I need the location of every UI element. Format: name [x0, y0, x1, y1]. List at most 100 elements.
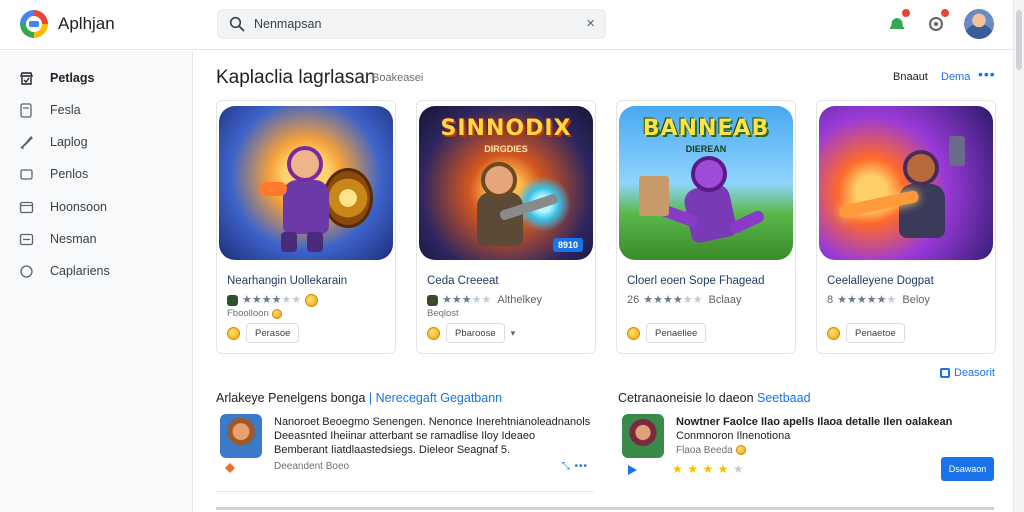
top-bar: Aplhjan Nenmapsan ×: [0, 0, 1024, 50]
reviews-section-title: Arlakeye Penelgens bonga | Nerecegaft Ge…: [216, 391, 502, 405]
search-icon: [229, 16, 245, 32]
tag-icon: [225, 463, 235, 473]
card-actions: Perasoe: [227, 323, 300, 343]
title-link[interactable]: | Nerecegaft Gegatbann: [369, 391, 502, 405]
coin-icon: [735, 445, 746, 456]
review-item[interactable]: Nanoroet Beoegmo Senengen. Nenonce Inere…: [216, 408, 594, 492]
game-card[interactable]: Ceelalleyene Dogpat 8 ★ ★ ★ ★ ★ ★ Beloy …: [816, 100, 996, 354]
play-icon[interactable]: [626, 464, 638, 476]
star-icon: ★: [643, 293, 654, 306]
star-icon: ★: [886, 293, 897, 306]
card-meta: Beqlost: [427, 308, 459, 319]
game-thumbnail[interactable]: [819, 106, 993, 260]
game-thumbnail[interactable]: [219, 106, 393, 260]
star-icon: ★: [281, 294, 292, 306]
game-title[interactable]: Nearhangin Uollekarain: [227, 275, 347, 287]
game-title[interactable]: Ceda Creeeat: [427, 275, 499, 287]
sidebar-item-fesla[interactable]: Fesla: [18, 97, 183, 123]
more-options-icon[interactable]: •••: [978, 66, 996, 82]
card-actions: Penaeliee: [627, 323, 707, 343]
sidebar-item-label: Penlos: [50, 167, 89, 181]
header-link-secondary[interactable]: Dema: [941, 71, 970, 83]
star-icon: ★: [663, 293, 673, 306]
sidebar-item-laplog[interactable]: Laplog: [18, 129, 183, 155]
star-icon: ★: [251, 294, 262, 306]
document-icon: [18, 102, 34, 118]
card-action-button[interactable]: Penaetoe: [846, 323, 905, 343]
window-icon: [18, 199, 34, 215]
avatar[interactable]: [964, 9, 994, 39]
sidebar-item-label: Laplog: [50, 135, 88, 149]
star-icon: ★: [847, 293, 857, 306]
sidebar-item-nesman[interactable]: Nesman: [18, 226, 183, 252]
sidebar-item-label: Caplariens: [50, 264, 110, 278]
card-action-button[interactable]: Pbaroose: [446, 323, 505, 343]
list-icon: [18, 231, 34, 247]
bell-icon[interactable]: [886, 9, 910, 34]
featured-thumbnail[interactable]: [622, 414, 664, 458]
horizontal-scrollbar[interactable]: [216, 507, 994, 510]
notification-badge: [941, 9, 949, 17]
sidebar-item-petlags[interactable]: Petlags: [18, 65, 183, 91]
star-icon: ★: [242, 294, 252, 306]
star-icon: ★: [692, 293, 703, 306]
scrollbar[interactable]: [1013, 0, 1024, 512]
sidebar-item-label: Nesman: [50, 232, 97, 246]
game-title[interactable]: Cloerl eoen Sope Fhagead: [627, 275, 764, 287]
review-actions[interactable]: ⤡ •••: [562, 461, 588, 472]
featured-item[interactable]: Nowtner Faolce Ilao apells Ilaoa detalle…: [618, 408, 994, 492]
game-thumbnail[interactable]: BANNEAB DIEREAN: [619, 106, 793, 260]
chevron-down-icon[interactable]: ▾: [511, 328, 516, 339]
title-text: Cetranaoneisie lo daeon: [618, 391, 754, 405]
star-icon: ★: [261, 294, 272, 306]
search-input[interactable]: Nenmapsan: [254, 17, 321, 31]
card-action-button[interactable]: Perasoe: [246, 323, 300, 343]
review-meta: Deeandent Boeo: [274, 461, 350, 472]
star-icon: ★: [717, 462, 729, 476]
star-icon: ★: [866, 293, 877, 306]
game-card[interactable]: Nearhangin Uollekarain ★ ★ ★ ★ ★ ★ Fbool…: [216, 100, 396, 354]
search-bar[interactable]: Nenmapsan ×: [217, 9, 606, 39]
card-meta: Fboolloon: [227, 308, 282, 319]
featured-rating: ★ ★ ★ ★ ★: [672, 460, 744, 478]
settings-icon[interactable]: [925, 9, 949, 34]
card-action-button[interactable]: Penaeliee: [646, 323, 707, 343]
star-icon: ★: [687, 462, 698, 476]
star-icon: ★: [653, 293, 663, 306]
view-all-link[interactable]: Deasorit: [940, 367, 995, 379]
sidebar-item-caplariens[interactable]: Caplariens: [18, 258, 183, 284]
coin-icon: [271, 308, 282, 319]
game-thumbnail[interactable]: SINNODIX DIRGDIES 8910: [419, 106, 593, 260]
game-title[interactable]: Ceelalleyene Dogpat: [827, 275, 934, 287]
card-actions: Pbaroose ▾: [427, 323, 515, 343]
sidebar-item-hoonsoon[interactable]: Hoonsoon: [18, 194, 183, 220]
featured-text: Nowtner Faolce Ilao apells Ilaoa detalle…: [676, 416, 953, 442]
star-icon: ★: [837, 293, 847, 306]
notification-badge: [902, 9, 910, 17]
rating-text: Beloy: [902, 294, 930, 306]
coin-icon: [305, 294, 319, 307]
section-title: Kaplaclia lagrlasan: [216, 67, 376, 88]
game-mini-icon: [427, 294, 438, 306]
app-logo-icon[interactable]: [20, 10, 48, 38]
header-link-primary[interactable]: Bnaaut: [893, 71, 928, 83]
rocket-icon: [18, 134, 34, 150]
sidebar-item-penlos[interactable]: Penlos: [18, 161, 183, 187]
clear-icon[interactable]: ×: [586, 15, 595, 33]
star-icon: ★: [702, 462, 714, 476]
review-text: Nanoroet Beoegmo Senengen. Nenonce Inere…: [274, 416, 591, 456]
rating-row: ★ ★ ★ ★ ★ ★: [227, 294, 319, 307]
star-icon: ★: [682, 293, 693, 306]
featured-cta-button[interactable]: Dsawaon: [941, 457, 994, 481]
review-thumbnail[interactable]: [220, 414, 262, 458]
game-card[interactable]: SINNODIX DIRGDIES 8910 Ceda Creeeat ★ ★ …: [416, 100, 596, 354]
section-subtitle: Boakeasei: [372, 72, 424, 84]
game-card[interactable]: BANNEAB DIEREAN Cloerl eoen Sope Fhagead…: [616, 100, 796, 354]
meta-text: Beqlost: [427, 308, 459, 319]
rating-row: ★ ★ ★ ★ ★ Althelkey: [427, 294, 542, 306]
star-icon: ★: [672, 293, 683, 306]
featured-meta: Flaoa Beeda: [676, 445, 746, 456]
store-icon: [18, 70, 34, 86]
star-icon: ★: [471, 293, 482, 306]
title-link[interactable]: Seetbaad: [757, 391, 811, 405]
